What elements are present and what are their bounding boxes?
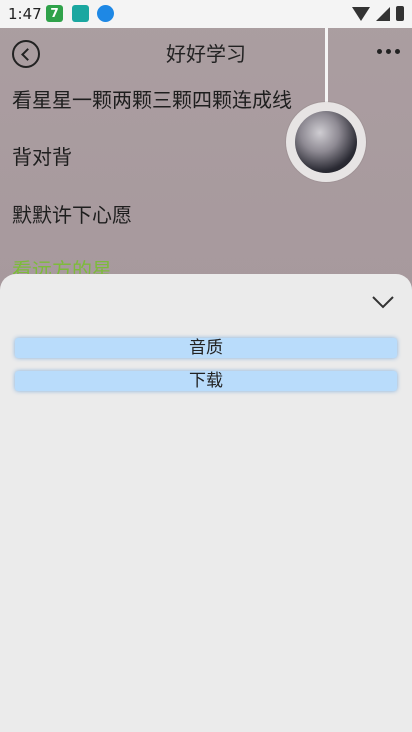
tonearm xyxy=(325,28,328,110)
page-title: 好好学习 xyxy=(166,42,246,66)
album-cover-image xyxy=(295,111,357,173)
chevron-down-icon[interactable] xyxy=(371,294,395,310)
status-right xyxy=(352,6,404,21)
dot-icon xyxy=(377,49,382,54)
dot-icon xyxy=(395,49,400,54)
wifi-icon xyxy=(352,6,370,21)
lyric-line[interactable]: 背对背 xyxy=(12,141,72,170)
lyric-line[interactable]: 默默许下心愿 xyxy=(12,199,132,228)
status-time: 1:47 xyxy=(8,5,42,23)
download-button[interactable]: 下载 xyxy=(15,371,397,391)
app-7-icon: 7 xyxy=(46,5,63,22)
album-disc[interactable] xyxy=(286,102,366,182)
signal-icon xyxy=(376,6,390,21)
status-bar: 1:47 7 xyxy=(0,0,412,28)
dot-icon xyxy=(386,49,391,54)
bottom-sheet: 音质 下载 xyxy=(0,274,412,732)
robot-app-icon xyxy=(72,5,89,22)
download-icon xyxy=(97,5,114,22)
lyric-line[interactable]: 看星星一颗两颗三颗四颗连成线 xyxy=(12,84,292,113)
battery-icon xyxy=(396,6,404,21)
more-options-button[interactable] xyxy=(377,49,400,54)
quality-button[interactable]: 音质 xyxy=(15,338,397,358)
